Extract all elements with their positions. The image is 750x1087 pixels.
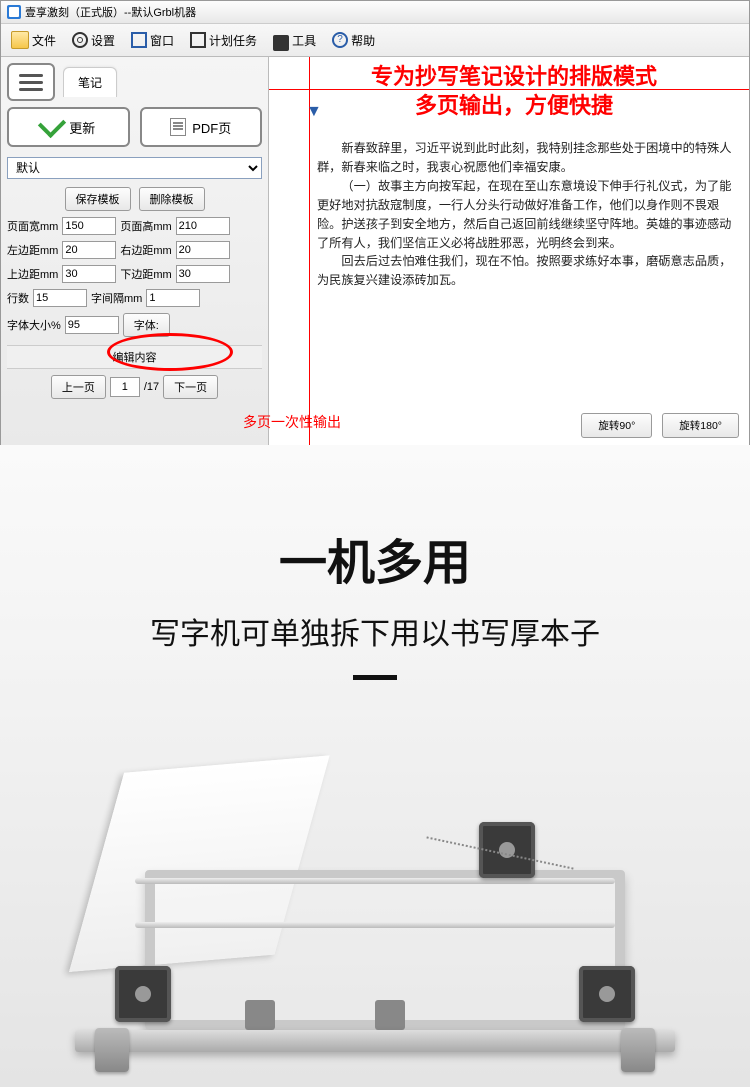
page-height-input[interactable]	[176, 217, 230, 235]
font-button[interactable]: 字体:	[123, 313, 170, 337]
divider-dash	[353, 675, 397, 680]
pdf-button[interactable]: PDF页	[140, 107, 263, 147]
page-height-label: 页面高mm	[120, 218, 171, 234]
plan-menu[interactable]: 计划任务	[184, 30, 263, 51]
handwriting-preview: 新春致辞里，习近平说到此时此刻，我特别挂念那些处于困境中的特殊人群，新春来临之时…	[317, 139, 733, 400]
window-icon	[131, 32, 147, 48]
app-icon	[7, 5, 21, 19]
machine-motor-right	[579, 966, 635, 1022]
right-margin-input[interactable]	[176, 241, 230, 259]
file-menu[interactable]: 文件	[5, 29, 62, 51]
tab-strip: 笔记	[63, 63, 262, 97]
hamburger-menu[interactable]	[7, 63, 55, 101]
tools-menu[interactable]: 工具	[267, 27, 322, 53]
machine-illustration	[75, 772, 675, 1052]
next-page-button[interactable]: 下一页	[163, 375, 218, 399]
top-margin-label: 上边距mm	[7, 266, 58, 282]
bottom-margin-label: 下边距mm	[120, 266, 171, 282]
save-template-button[interactable]: 保存模板	[65, 187, 131, 211]
left-margin-label: 左边距mm	[7, 242, 58, 258]
edit-content-header: 编辑内容	[7, 345, 262, 369]
machine-base	[75, 1030, 675, 1052]
tab-notes[interactable]: 笔记	[63, 67, 117, 97]
window-title: 壹享激刻（正式版）--默认Grbl机器	[25, 4, 196, 20]
machine-rail-top	[135, 878, 615, 884]
right-margin-label: 右边距mm	[120, 242, 171, 258]
line-gap-label: 字间隔mm	[91, 290, 142, 306]
machine-motor-left	[115, 966, 171, 1022]
page-icon	[170, 118, 186, 136]
machine-mount-2	[375, 1000, 405, 1030]
rotate-row: 旋转90° 旋转180°	[581, 413, 739, 438]
bottom-margin-input[interactable]	[176, 265, 230, 283]
gear-icon	[72, 32, 88, 48]
rotate-180-button[interactable]: 旋转180°	[662, 413, 739, 438]
top-margin-input[interactable]	[62, 265, 116, 283]
delete-template-button[interactable]: 删除模板	[139, 187, 205, 211]
help-menu[interactable]: ?帮助	[326, 30, 381, 51]
machine-mount-1	[245, 1000, 275, 1030]
font-size-label: 字体大小%	[7, 317, 61, 333]
pager: 上一页 /17 下一页	[7, 375, 262, 399]
body-area: 笔记 更新 PDF页 默认 保存模板 删除模板 页面宽mm 页面高mm 左边距m…	[1, 57, 749, 446]
sidebar: 笔记 更新 PDF页 默认 保存模板 删除模板 页面宽mm 页面高mm 左边距m…	[1, 57, 269, 446]
page-total: /17	[144, 381, 159, 393]
titlebar: 壹享激刻（正式版）--默认Grbl机器	[1, 1, 749, 24]
machine-leg-left	[95, 1028, 129, 1072]
output-note: 多页一次性输出	[243, 412, 341, 432]
folder-icon	[11, 31, 29, 49]
calendar-icon	[190, 32, 206, 48]
page-current-input[interactable]	[110, 377, 140, 397]
promo-subtitle: 写字机可单独拆下用以书写厚本子	[0, 609, 750, 653]
settings-menu[interactable]: 设置	[66, 30, 121, 51]
machine-rail-bottom	[135, 922, 615, 928]
window-menu[interactable]: 窗口	[125, 30, 180, 51]
font-size-input[interactable]	[65, 316, 119, 334]
promo-title: 一机多用	[0, 523, 750, 593]
rotate-90-button[interactable]: 旋转90°	[581, 413, 652, 438]
wrench-icon	[273, 35, 289, 51]
promo-section: 一机多用 写字机可单独拆下用以书写厚本子	[0, 445, 750, 1087]
page-width-label: 页面宽mm	[7, 218, 58, 234]
update-button[interactable]: 更新	[7, 107, 130, 147]
toolbar: 文件 设置 窗口 计划任务 工具 ?帮助	[1, 24, 749, 57]
help-icon: ?	[332, 32, 348, 48]
machine-leg-right	[621, 1028, 655, 1072]
lines-input[interactable]	[33, 289, 87, 307]
check-icon	[38, 110, 66, 138]
prev-page-button[interactable]: 上一页	[51, 375, 106, 399]
page-width-input[interactable]	[62, 217, 116, 235]
canvas-area: ▼ 专为抄写笔记设计的排版模式 多页输出，方便快捷 新春致辞里，习近平说到此时此…	[269, 57, 749, 446]
left-margin-input[interactable]	[62, 241, 116, 259]
line-gap-input[interactable]	[146, 289, 200, 307]
app-window: 壹享激刻（正式版）--默认Grbl机器 文件 设置 窗口 计划任务 工具 ?帮助…	[0, 0, 750, 445]
template-dropdown[interactable]: 默认	[7, 157, 262, 179]
headline-annotation: 专为抄写笔记设计的排版模式 多页输出，方便快捷	[289, 63, 739, 120]
lines-label: 行数	[7, 290, 29, 306]
